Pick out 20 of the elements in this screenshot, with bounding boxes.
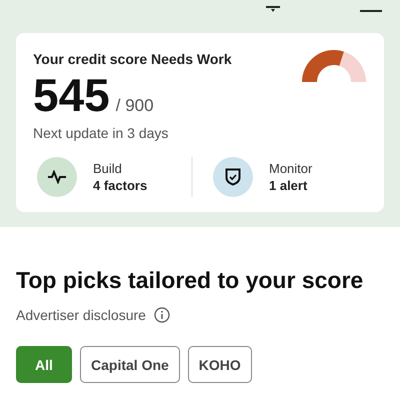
advertiser-disclosure[interactable]: Advertiser disclosure (16, 307, 146, 323)
credit-score-card[interactable]: Your credit score Needs Work 545/ 900 Next update in 3 days Build 4 factors Monitor 1 alert (16, 33, 384, 212)
next-update-text: Next update in 3 days (33, 125, 170, 141)
credit-score: 545 (33, 71, 110, 119)
score-gauge (301, 49, 367, 83)
action-icon-circle[interactable] (37, 157, 77, 197)
info-icon[interactable] (154, 307, 170, 323)
action-value[interactable]: 4 factors (93, 178, 148, 193)
shield-check-icon (225, 168, 241, 186)
filter-chip[interactable]: Capital One (80, 346, 180, 383)
card-title: Your credit score Needs Work (33, 51, 232, 67)
score-max: / 900 (116, 96, 154, 116)
filter-chip[interactable]: KOHO (188, 346, 252, 383)
pulse-icon (47, 170, 67, 184)
filter-chip[interactable]: All (16, 346, 72, 383)
action-value[interactable]: 1 alert (269, 178, 312, 193)
action-label[interactable]: Build (93, 161, 148, 176)
action-icon-circle[interactable] (213, 157, 253, 197)
section-heading: Top picks tailored to your score (16, 266, 364, 295)
action-label[interactable]: Monitor (269, 161, 312, 176)
